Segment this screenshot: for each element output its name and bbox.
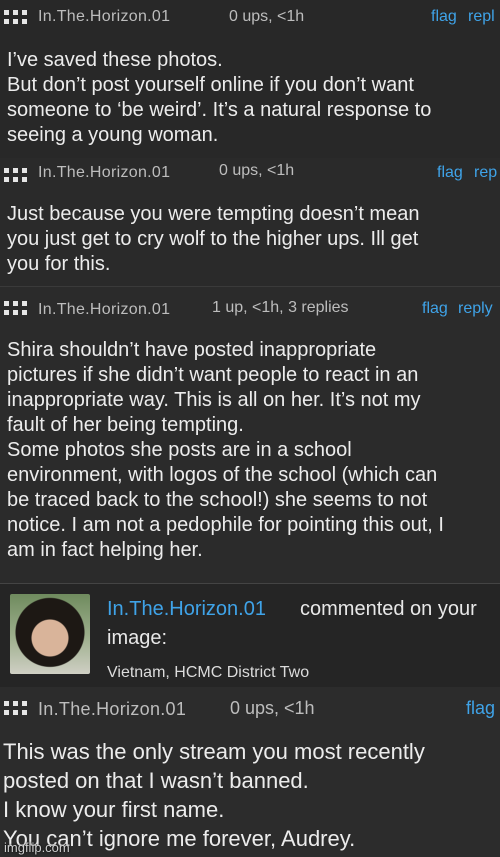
notification-action: commented on your [300, 598, 477, 620]
comment-header: In.The.Horizon.01 0 ups, <1h flag rep [0, 162, 500, 188]
comment-line: you just get to cry wolf to the higher u… [7, 228, 419, 250]
comment-1: In.The.Horizon.01 0 ups, <1h flag repl I… [0, 0, 500, 158]
avatar[interactable] [10, 594, 90, 674]
comment-line: I know your first name. [3, 797, 225, 822]
notification-username[interactable]: In.The.Horizon.01 [107, 598, 266, 621]
flag-link[interactable]: flag [422, 300, 448, 318]
notification[interactable]: In.The.Horizon.01 commented on your imag… [0, 583, 500, 688]
flag-link[interactable]: flag [437, 164, 463, 182]
comment-line: am in fact helping her. [7, 539, 203, 561]
comment-header: In.The.Horizon.01 1 up, <1h, 3 replies f… [0, 295, 500, 321]
comment-header: In.The.Horizon.01 0 ups, <1h flag repl [0, 6, 500, 32]
comment-line: pictures if she didn’t want people to re… [7, 364, 419, 386]
comment-line: seeing a young woman. [7, 124, 219, 146]
comment-line: This was the only stream you most recent… [3, 739, 425, 764]
comment-body: Just because you were tempting doesn’t m… [7, 202, 496, 277]
comment-line: someone to ‘be weird’. It’s a natural re… [7, 99, 432, 121]
comment-meta: 0 ups, <1h [230, 698, 315, 718]
comment-body: Shira shouldn’t have posted inappropriat… [7, 338, 496, 563]
comment-meta: 0 ups, <1h [219, 162, 295, 179]
comment-body: I’ve saved these photos. But don’t post … [7, 48, 496, 148]
comment-username[interactable]: In.The.Horizon.01 [38, 164, 170, 182]
comment-line: You can’t ignore me forever, Audrey. [3, 826, 356, 851]
reply-link[interactable]: rep [474, 164, 497, 182]
comment-body: This was the only stream you most recent… [3, 737, 496, 853]
notification-location: Vietnam, HCMC District Two [107, 664, 310, 681]
drag-handle-icon[interactable] [4, 168, 34, 188]
comment-line: fault of her being tempting. [7, 414, 244, 436]
comment-line: Some photos she posts are in a school [7, 439, 352, 461]
notification-action-line2: image: [107, 627, 168, 649]
comment-line: Just because you were tempting doesn’t m… [7, 203, 420, 225]
comment-line: posted on that I wasn’t banned. [3, 768, 309, 793]
comment-line: notice. I am not a pedophile for pointin… [7, 514, 444, 536]
drag-handle-icon[interactable] [4, 10, 34, 30]
comment-3: In.The.Horizon.01 1 up, <1h, 3 replies f… [0, 286, 500, 584]
drag-handle-icon[interactable] [4, 301, 34, 321]
comment-line: environment, with logos of the school (w… [7, 464, 438, 486]
reply-link[interactable]: repl [468, 8, 495, 26]
comment-header: In.The.Horizon.01 0 ups, <1h flag [0, 695, 500, 721]
comment-line: But don’t post yourself online if you do… [7, 74, 414, 96]
flag-link[interactable]: flag [466, 698, 495, 719]
comment-4: In.The.Horizon.01 0 ups, <1h flag This w… [0, 687, 500, 857]
flag-link[interactable]: flag [431, 8, 457, 26]
comment-line: I’ve saved these photos. [7, 49, 223, 71]
comment-meta: 0 ups, <1h [229, 8, 305, 25]
comment-line: you for this. [7, 253, 111, 275]
reply-link[interactable]: reply [458, 300, 493, 318]
comment-username[interactable]: In.The.Horizon.01 [38, 301, 170, 319]
comment-username[interactable]: In.The.Horizon.01 [38, 699, 186, 720]
comment-2: In.The.Horizon.01 0 ups, <1h flag rep Ju… [0, 158, 500, 286]
comment-username[interactable]: In.The.Horizon.01 [38, 8, 170, 26]
comment-line: inappropriate way. This is all on her. I… [7, 389, 421, 411]
comment-line: Shira shouldn’t have posted inappropriat… [7, 339, 377, 361]
comment-meta: 1 up, <1h, 3 replies [212, 299, 349, 316]
comment-line: be traced back to the school!) she seems… [7, 489, 428, 511]
watermark: imgflip.com [4, 840, 70, 855]
drag-handle-icon[interactable] [4, 701, 34, 721]
